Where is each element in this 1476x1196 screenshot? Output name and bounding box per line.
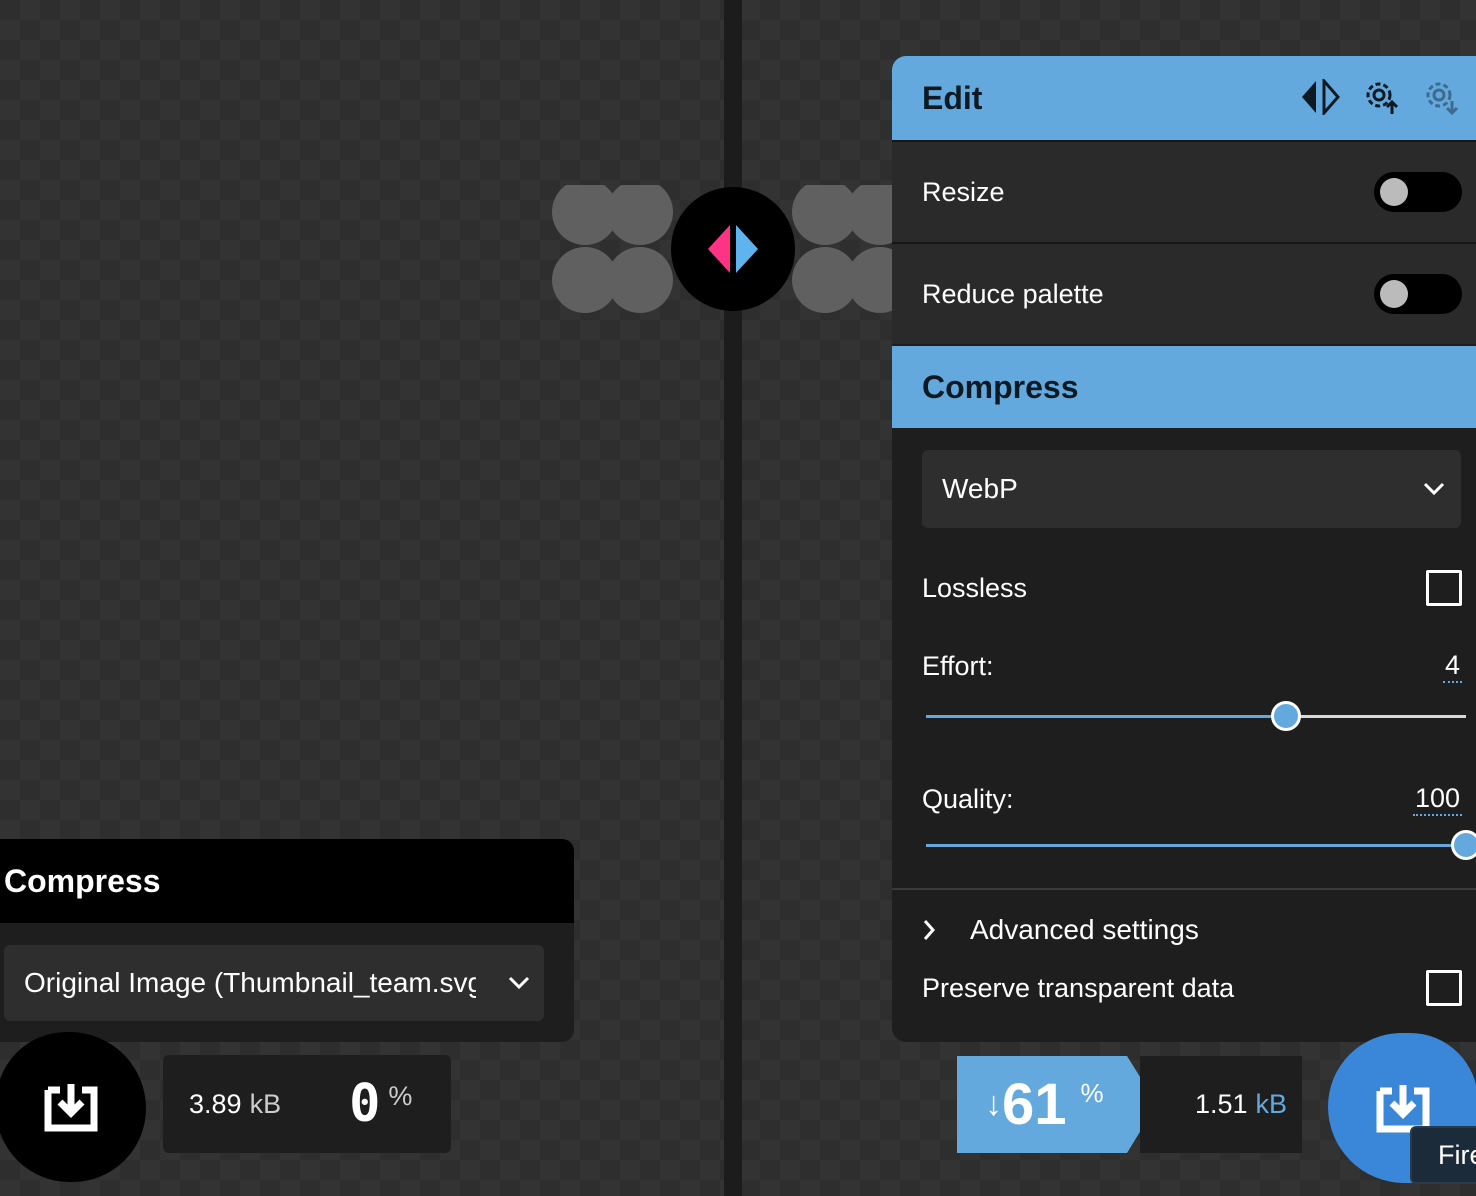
- resize-row: Resize: [892, 140, 1476, 242]
- right-arrow-icon: [736, 225, 758, 273]
- quality-label: Quality:: [922, 784, 1014, 814]
- original-size-unit: kB: [249, 1088, 282, 1119]
- lossless-row: Lossless: [892, 570, 1476, 606]
- savings-percent-sign: %: [1080, 1078, 1104, 1108]
- quality-slider[interactable]: [926, 830, 1476, 860]
- compressed-size-unit: kB: [1255, 1089, 1288, 1119]
- down-arrow-icon: ↓: [985, 1085, 1002, 1123]
- split-view-icon[interactable]: [1300, 79, 1340, 115]
- original-percent: 0: [349, 1074, 381, 1134]
- format-value: WebP: [942, 473, 1018, 504]
- download-button-left[interactable]: [0, 1032, 146, 1182]
- effort-slider[interactable]: [926, 701, 1466, 731]
- original-size-display: 3.89 kB 0 %: [163, 1055, 451, 1153]
- savings-percent: 61: [1002, 1072, 1067, 1137]
- left-compress-header: Compress: [0, 839, 574, 923]
- compress-header: Compress: [892, 346, 1476, 428]
- lossless-checkbox[interactable]: [1426, 570, 1462, 606]
- preserve-checkbox[interactable]: [1426, 970, 1462, 1006]
- quality-row: Quality: 100: [892, 783, 1476, 816]
- format-select[interactable]: WebP: [922, 450, 1461, 528]
- quality-slider-thumb[interactable]: [1451, 830, 1476, 860]
- download-icon: [44, 1084, 98, 1132]
- chevron-down-icon: [508, 976, 530, 990]
- compressed-size-display: 1.51 kB: [1140, 1056, 1302, 1153]
- left-format-select[interactable]: Original Image (Thumbnail_team.svg): [4, 945, 544, 1021]
- effort-label: Effort:: [922, 651, 994, 681]
- reduce-palette-row: Reduce palette: [892, 242, 1476, 344]
- original-size-value: 3.89: [189, 1088, 242, 1119]
- savings-badge: ↓ 61 %: [957, 1056, 1157, 1153]
- import-settings-icon[interactable]: [1362, 78, 1400, 116]
- options-panel-left: Compress Original Image (Thumbnail_team.…: [0, 839, 574, 1042]
- resize-toggle[interactable]: [1374, 172, 1462, 212]
- reduce-palette-label: Reduce palette: [922, 278, 1104, 309]
- effort-row: Effort: 4: [892, 650, 1476, 683]
- preserve-row: Preserve transparent data: [892, 970, 1476, 1006]
- edit-title: Edit: [922, 79, 983, 116]
- effort-value[interactable]: 4: [1442, 650, 1462, 683]
- left-compress-title: Compress: [4, 862, 161, 899]
- split-divider[interactable]: [724, 0, 742, 1196]
- chevron-right-icon: [923, 920, 936, 940]
- left-format-value: Original Image (Thumbnail_team.svg): [24, 967, 476, 998]
- quality-value[interactable]: 100: [1412, 783, 1462, 816]
- preserve-label: Preserve transparent data: [922, 972, 1235, 1003]
- left-arrow-icon: [708, 225, 730, 273]
- compress-title: Compress: [922, 368, 1079, 405]
- advanced-settings-label: Advanced settings: [970, 914, 1199, 945]
- effort-slider-thumb[interactable]: [1271, 701, 1301, 731]
- export-settings-icon[interactable]: [1422, 78, 1460, 116]
- compressed-size-value: 1.51: [1194, 1089, 1248, 1119]
- tooltip: Fire: [1410, 1126, 1476, 1184]
- options-panel-right: Edit Resize Reduce palette Compress WebP…: [892, 56, 1476, 1042]
- edit-header: Edit: [892, 56, 1476, 140]
- tooltip-text: Fire: [1438, 1139, 1476, 1170]
- split-handle[interactable]: [671, 187, 795, 311]
- resize-label: Resize: [922, 176, 1005, 207]
- lossless-label: Lossless: [922, 572, 1028, 603]
- original-percent-sign: %: [388, 1081, 413, 1111]
- advanced-settings-toggle[interactable]: Advanced settings: [892, 888, 1476, 970]
- chevron-down-icon: [1423, 482, 1445, 496]
- reduce-palette-toggle[interactable]: [1374, 274, 1462, 314]
